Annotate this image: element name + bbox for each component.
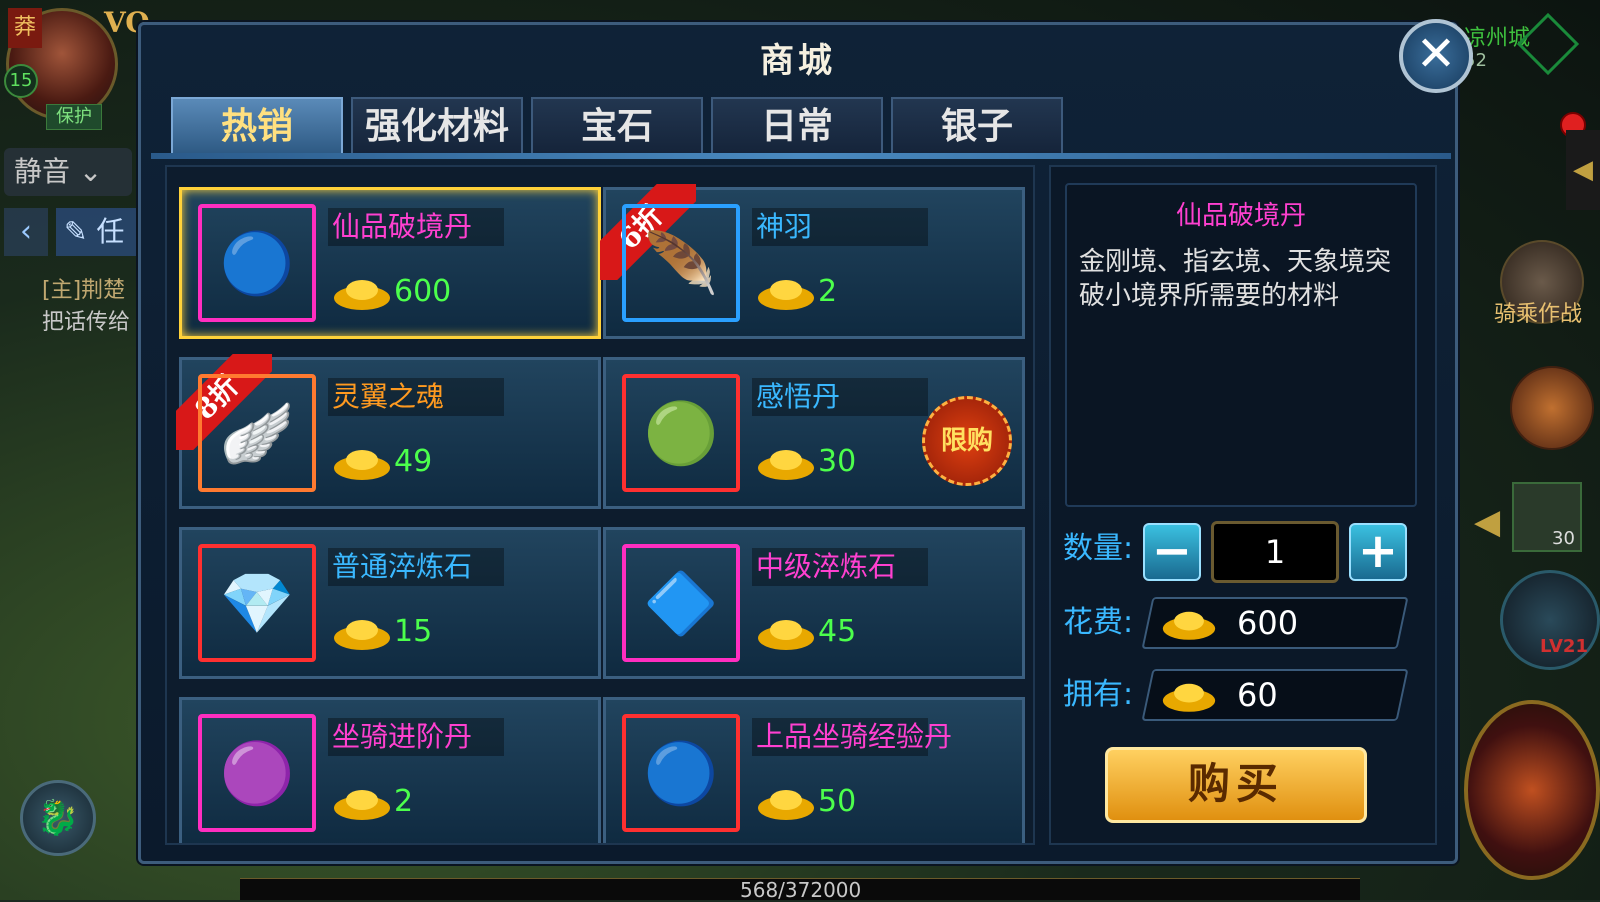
item-price: 15 [394,614,433,649]
shop-title: 商城 [760,41,836,81]
item-name: 普通淬炼石 [332,550,473,583]
gold-ingot-icon [758,620,814,650]
dragon-icon[interactable]: 🐉 [20,780,96,856]
item-card[interactable]: 8折 🪽 灵翼之魂 49 [176,354,601,509]
gold-ingot-icon [334,450,390,480]
scroll-icon: ✎ [64,215,88,248]
quantity-field[interactable]: 1 [1211,521,1339,583]
minus-icon[interactable]: − [1143,523,1201,581]
gold-ingot-icon [1162,611,1216,640]
buy-button[interactable]: 购买 [1105,747,1367,823]
item-price: 2 [394,784,414,819]
tab-hot[interactable]: 热销 [171,97,343,155]
blue-crystal-icon: 💎 [198,544,316,662]
tab-silver[interactable]: 银子 [891,97,1063,155]
detail-title: 仙品破境丹 [1175,201,1306,231]
close-icon[interactable]: ✕ [1399,19,1473,93]
item-card[interactable]: 💎 普通淬炼石 15 [179,527,601,679]
description-box: 仙品破境丹 金刚境、指玄境、天象境突破小境界所需要的材料 [1065,183,1417,507]
owned-label: 拥有: [1063,677,1134,712]
item-name: 上品坐骑经验丹 [756,720,953,753]
gold-ingot-icon [758,280,814,310]
item-card[interactable]: 6折 🪶 神羽 2 [600,184,1025,339]
chat-line: 把话传给 [42,310,131,335]
quantity-label: 数量: [1063,531,1134,566]
chevron-left-icon[interactable]: ◀ [1566,130,1600,210]
shop-tabs: 热销 强化材料 宝石 日常 银子 [171,97,1063,155]
task-label: 任 [96,215,125,248]
pot-icon[interactable] [1510,366,1594,450]
teal-gem-icon: 🔷 [622,544,740,662]
lock-level-label: LV21 [1540,636,1588,657]
mute-label: 静音 [14,155,71,188]
item-name: 神羽 [756,210,813,243]
gold-ingot-icon [334,790,390,820]
tab-gems[interactable]: 宝石 [531,97,703,155]
feather-icon: 🪶 [622,204,740,322]
item-card[interactable]: 🔷 中级淬炼石 45 [603,527,1025,679]
tab-divider [151,153,1451,159]
mount-battle-label: 骑乘作战 [1494,302,1583,327]
gold-ingot-icon [334,620,390,650]
gold-ingot-icon [1162,683,1216,712]
item-price: 2 [818,274,838,309]
item-name: 中级淬炼石 [756,550,897,583]
guild-badge: 莽 [8,8,42,48]
gold-ingot-icon [758,790,814,820]
plus-icon[interactable]: + [1349,523,1407,581]
item-grid: 🔵 仙品破境丹 600 6折 🪶 神羽 2 8折 🪽 灵翼之魂 49 🟢 感悟丹 [165,165,1035,845]
wings-icon: 🪽 [198,374,316,492]
cost-value: 600 [1237,604,1299,642]
item-count: 30 [1552,528,1575,549]
cost-label: 花费: [1063,605,1134,640]
orb-cluster-icon: 🔵 [198,204,316,322]
pink-orb-icon: 🟣 [198,714,316,832]
player-level-badge: 15 [4,64,38,98]
item-name: 仙品破境丹 [332,210,473,243]
item-price: 50 [818,784,857,819]
blue-orb-icon: 🔵 [622,714,740,832]
detail-panel: 仙品破境丹 金刚境、指玄境、天象境突破小境界所需要的材料 数量: − 1 + 花… [1049,165,1437,845]
limit-badge: 限购 [922,396,1012,486]
chevron-left-icon[interactable]: ◀ [1474,502,1500,542]
exp-text: 568/372000 [740,878,862,902]
shop-modal: 商城 ✕ 热销 强化材料 宝石 日常 银子 🔵 仙品破境丹 600 6折 🪶 神… [138,19,1473,864]
item-name: 感悟丹 [756,380,841,413]
item-name: 坐骑进阶丹 [332,720,473,753]
tab-daily[interactable]: 日常 [711,97,883,155]
item-price: 600 [394,274,452,309]
mute-dropdown[interactable]: 静音 ⌄ [4,148,132,196]
chat-line: [主]荆楚 [42,278,126,303]
attack-button[interactable] [1464,700,1600,880]
task-button[interactable]: ✎ 任 [56,208,136,256]
item-card[interactable]: 🔵 上品坐骑经验丹 50 [603,697,1025,843]
item-price: 49 [394,444,433,479]
chevron-left-icon[interactable]: ‹ [4,208,48,256]
gold-ingot-icon [758,450,814,480]
owned-value: 60 [1237,676,1278,714]
item-price: 30 [818,444,857,479]
protect-badge: 保护 [46,104,102,130]
item-card[interactable]: 🟢 感悟丹 30 限购 [603,357,1025,509]
item-card[interactable]: 🟣 坐骑进阶丹 2 [179,697,601,843]
green-orb-icon: 🟢 [622,374,740,492]
item-price: 45 [818,614,857,649]
detail-description: 金刚境、指玄境、天象境突破小境界所需要的材料 [1079,247,1392,311]
tab-materials[interactable]: 强化材料 [351,97,523,155]
item-card[interactable]: 🔵 仙品破境丹 600 [179,187,601,339]
gold-ingot-icon [334,280,390,310]
chevron-down-icon: ⌄ [78,155,103,188]
item-name: 灵翼之魂 [332,380,445,413]
